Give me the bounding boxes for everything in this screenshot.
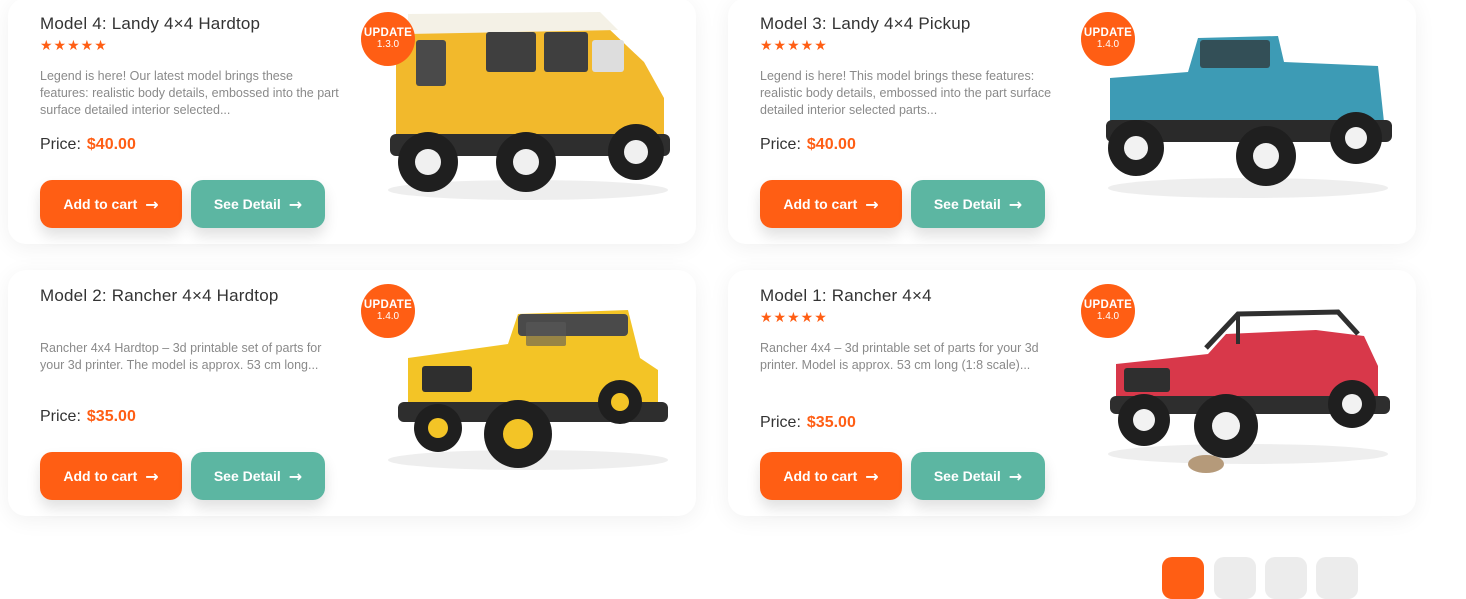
price-row: Price: $40.00	[760, 136, 856, 154]
add-to-cart-label: Add to cart	[783, 196, 858, 212]
product-card-model-2: Model 2: Rancher 4×4 Hardtop Rancher 4x4…	[8, 270, 696, 516]
product-title[interactable]: Model 4: Landy 4×4 Hardtop	[40, 14, 260, 34]
add-to-cart-label: Add to cart	[783, 468, 858, 484]
badge-label: UPDATE	[1083, 27, 1133, 39]
product-card-model-1: Model 1: Rancher 4×4 ★★★★★ Rancher 4x4 –…	[728, 270, 1416, 516]
product-image-yellow-land-rover-hardtop[interactable]	[368, 2, 680, 212]
rating-stars: ★★★★★	[40, 38, 108, 54]
product-image-red-jeep-open[interactable]	[1088, 274, 1400, 484]
add-to-cart-button[interactable]: Add to cart →	[760, 452, 902, 500]
product-description: Rancher 4x4 Hardtop – 3d printable set o…	[40, 341, 322, 372]
arrow-right-icon: →	[1008, 194, 1023, 214]
add-to-cart-label: Add to cart	[63, 468, 138, 484]
see-detail-label: See Detail	[213, 196, 281, 212]
pagination-page-2[interactable]	[1214, 557, 1256, 599]
see-detail-label: See Detail	[933, 196, 1001, 212]
arrow-right-icon: →	[1008, 466, 1023, 486]
product-card-model-3: Model 3: Landy 4×4 Pickup ★★★★★ Legend i…	[728, 0, 1416, 244]
price-label: Price:	[760, 414, 801, 431]
product-title[interactable]: Model 2: Rancher 4×4 Hardtop	[40, 286, 279, 306]
rating-stars: ★★★★★	[760, 310, 828, 326]
badge-label: UPDATE	[1083, 299, 1133, 311]
price-row: Price: $35.00	[760, 414, 856, 432]
product-title[interactable]: Model 1: Rancher 4×4	[760, 286, 932, 306]
product-description: Rancher 4x4 – 3d printable set of parts …	[760, 341, 1039, 372]
arrow-right-icon: →	[865, 194, 879, 214]
price-row: Price: $40.00	[40, 136, 136, 154]
arrow-right-icon: →	[865, 466, 879, 486]
update-badge: UPDATE 1.3.0	[361, 12, 415, 66]
pagination-page-4[interactable]	[1316, 557, 1358, 599]
product-image-blue-land-rover-pickup[interactable]	[1088, 2, 1400, 212]
see-detail-label: See Detail	[213, 468, 281, 484]
arrow-right-icon: →	[288, 194, 303, 214]
price-value: $40.00	[806, 136, 856, 153]
badge-version: 1.4.0	[1096, 311, 1120, 322]
product-description: Legend is here! This model brings these …	[760, 69, 1052, 117]
price-value: $35.00	[806, 414, 856, 431]
see-detail-button[interactable]: See Detail →	[191, 452, 325, 500]
pagination-page-1[interactable]	[1162, 557, 1204, 599]
price-label: Price:	[40, 136, 81, 153]
price-row: Price: $35.00	[40, 408, 136, 426]
see-detail-button[interactable]: See Detail →	[911, 180, 1045, 228]
arrow-right-icon: →	[145, 194, 159, 214]
see-detail-button[interactable]: See Detail →	[191, 180, 325, 228]
price-value: $40.00	[86, 136, 136, 153]
rating-stars: ★★★★★	[760, 38, 828, 54]
update-badge: UPDATE 1.4.0	[1081, 284, 1135, 338]
arrow-right-icon: →	[288, 466, 303, 486]
product-description: Legend is here! Our latest model brings …	[40, 69, 339, 117]
badge-label: UPDATE	[363, 27, 413, 39]
badge-version: 1.4.0	[1096, 39, 1120, 50]
price-label: Price:	[760, 136, 801, 153]
add-to-cart-button[interactable]: Add to cart →	[40, 180, 182, 228]
product-image-yellow-jeep-hardtop[interactable]	[368, 274, 680, 484]
badge-version: 1.4.0	[376, 311, 400, 322]
price-value: $35.00	[86, 408, 136, 425]
badge-label: UPDATE	[363, 299, 413, 311]
update-badge: UPDATE 1.4.0	[361, 284, 415, 338]
arrow-right-icon: →	[145, 466, 159, 486]
add-to-cart-button[interactable]: Add to cart →	[40, 452, 182, 500]
update-badge: UPDATE 1.4.0	[1081, 12, 1135, 66]
add-to-cart-button[interactable]: Add to cart →	[760, 180, 902, 228]
product-title[interactable]: Model 3: Landy 4×4 Pickup	[760, 14, 971, 34]
badge-version: 1.3.0	[376, 39, 400, 50]
see-detail-button[interactable]: See Detail →	[911, 452, 1045, 500]
pagination-page-3[interactable]	[1265, 557, 1307, 599]
see-detail-label: See Detail	[933, 468, 1001, 484]
price-label: Price:	[40, 408, 81, 425]
product-card-model-4: Model 4: Landy 4×4 Hardtop ★★★★★ Legend …	[8, 0, 696, 244]
add-to-cart-label: Add to cart	[63, 196, 138, 212]
